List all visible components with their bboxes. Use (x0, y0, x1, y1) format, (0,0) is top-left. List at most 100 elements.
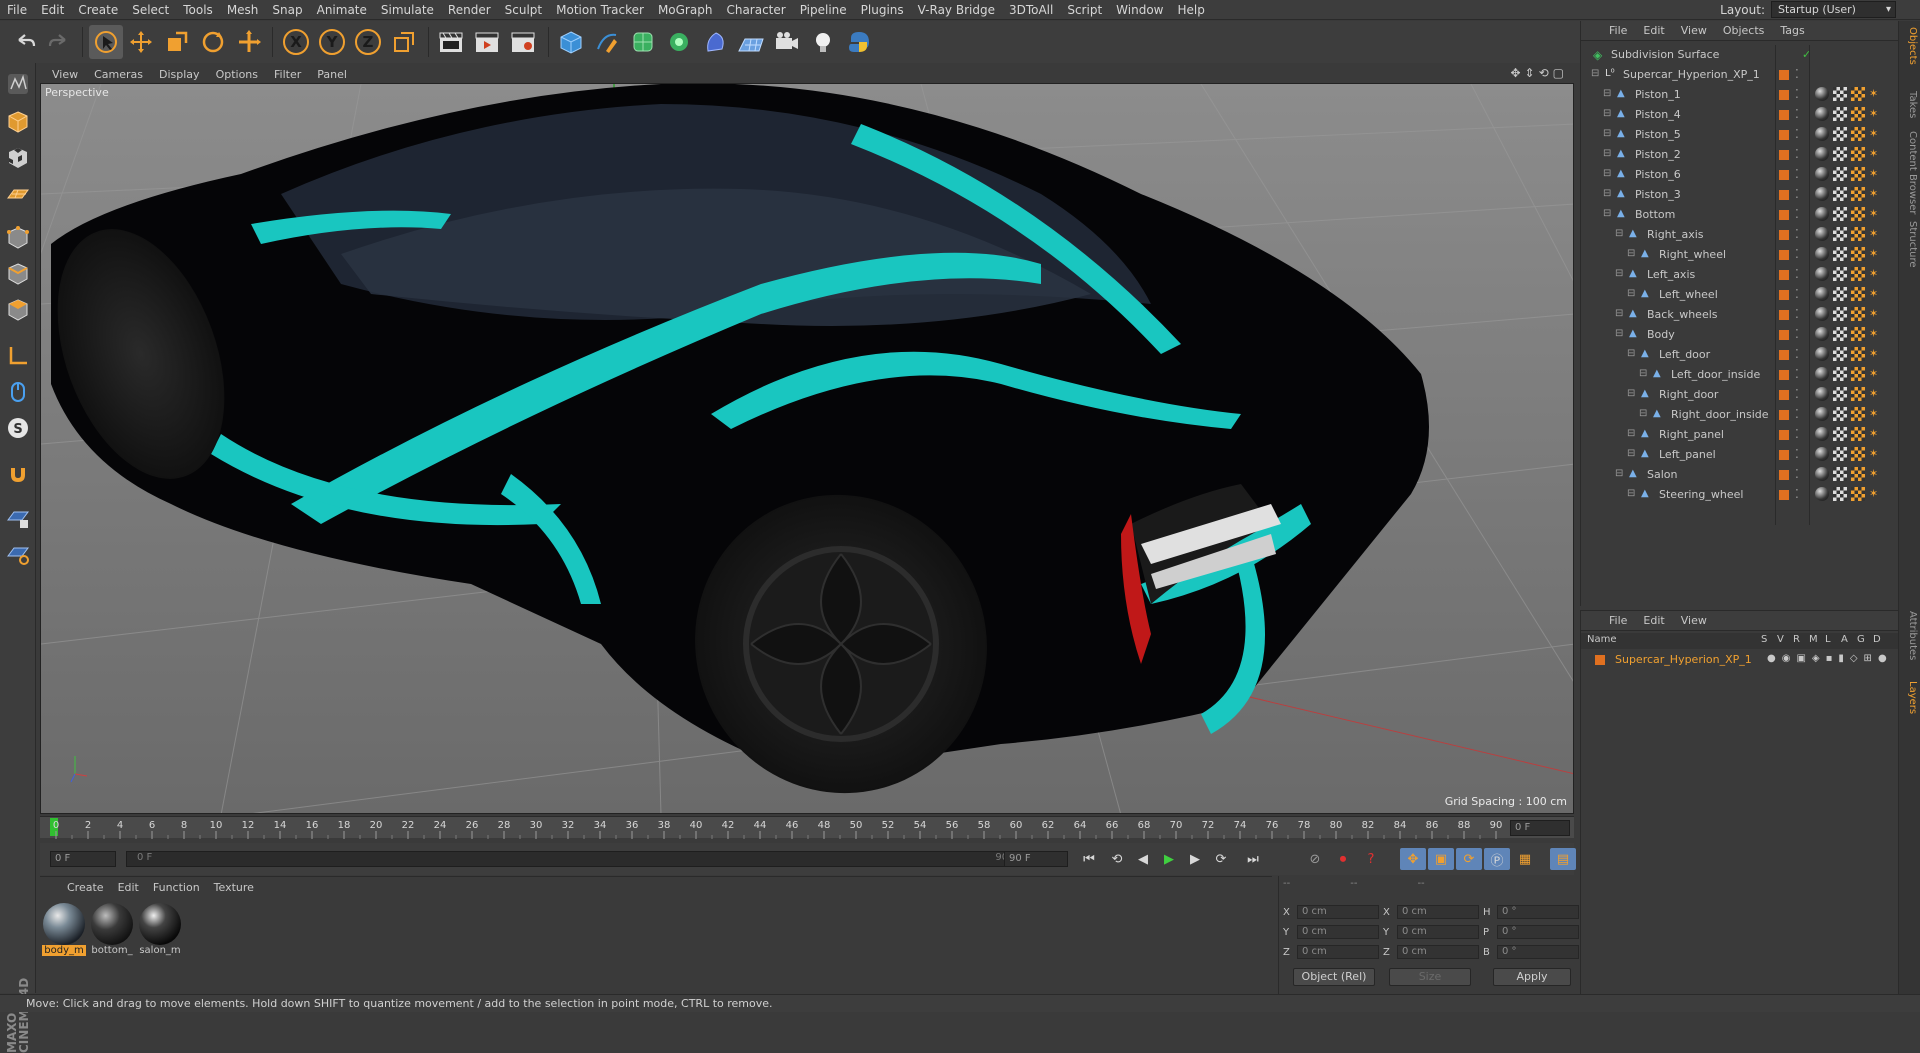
material-menu-function[interactable]: Function (146, 881, 207, 894)
timeline-ruler[interactable]: 0 2 4 6 8 10 12 14 16 18 20 22 24 26 28 30 32 34 36 38 40 42 4… (40, 816, 1574, 839)
phong-tag-icon[interactable]: ✶ (1869, 147, 1878, 161)
previous-frame-button[interactable]: ◀ (1130, 848, 1156, 870)
viewport-3d[interactable]: Perspective Grid Spacing : 100 cm (40, 83, 1574, 814)
material-tag-icon[interactable] (1815, 147, 1829, 161)
layer-color-swatch[interactable] (1779, 430, 1789, 440)
model-mode-button[interactable] (3, 107, 33, 137)
menu-simulate[interactable]: Simulate (374, 3, 441, 17)
side-tab-structure[interactable]: Structure (1902, 221, 1918, 268)
x-axis-lock-button[interactable]: X (279, 25, 313, 59)
spline-pen-button[interactable] (590, 25, 624, 59)
material-tag-icon[interactable] (1815, 107, 1829, 121)
material-tag-icon[interactable] (1815, 367, 1829, 381)
visibility-dots[interactable]: ⁚ (1795, 167, 1799, 181)
visibility-dots[interactable]: ⁚ (1795, 307, 1799, 321)
expand-toggle-icon[interactable]: ⊟ (1627, 428, 1635, 439)
rotation-p-field[interactable]: 0 ° (1497, 925, 1579, 939)
viewport-menu-options[interactable]: Options (208, 68, 266, 81)
menu-plugins[interactable]: Plugins (854, 3, 911, 17)
phong-tag-icon[interactable]: ✶ (1869, 127, 1878, 141)
apply-button[interactable]: Apply (1493, 968, 1571, 986)
material-tag-icon[interactable] (1815, 407, 1829, 421)
material-tag-icon[interactable] (1815, 387, 1829, 401)
end-frame-field[interactable]: 90 F (1004, 851, 1068, 867)
layer-col-locked[interactable]: L (1825, 634, 1831, 645)
viewport-menu-filter[interactable]: Filter (266, 68, 309, 81)
object-name[interactable]: Left_panel (1659, 448, 1716, 461)
object-name[interactable]: Piston_5 (1635, 128, 1681, 141)
orbit-icon[interactable]: ⟲ (1539, 66, 1549, 80)
menu-snap[interactable]: Snap (265, 3, 309, 17)
uvw-tag-icon[interactable] (1833, 407, 1847, 421)
coordinate-system-button[interactable] (387, 25, 421, 59)
uvw-tag-icon[interactable] (1833, 447, 1847, 461)
visibility-dots[interactable]: ⁚ (1795, 87, 1799, 101)
side-tab-takes[interactable]: Takes (1902, 91, 1918, 118)
layer-color-swatch[interactable] (1779, 410, 1789, 420)
selection-tag-icon[interactable] (1851, 407, 1865, 421)
size-mode-select[interactable]: Size (1389, 968, 1471, 986)
light-button[interactable] (806, 25, 840, 59)
rotate-tool-button[interactable] (196, 25, 230, 59)
size-y-field[interactable]: 0 cm (1397, 925, 1479, 939)
object-menu-file[interactable]: File (1601, 24, 1635, 37)
selection-tag-icon[interactable] (1851, 387, 1865, 401)
menu-sculpt[interactable]: Sculpt (498, 3, 549, 17)
layer-color-swatch[interactable] (1779, 210, 1789, 220)
size-x-field[interactable]: 0 cm (1397, 905, 1479, 919)
object-row[interactable]: ◈ Subdivision Surface ✓ (1581, 45, 1899, 65)
y-axis-lock-button[interactable]: Y (315, 25, 349, 59)
timeline-window-button[interactable]: ▤ (1550, 848, 1576, 870)
object-row[interactable]: ⊟ ▲ Left_door ⁚ ✶ (1581, 345, 1899, 365)
expand-toggle-icon[interactable]: ⊟ (1627, 348, 1635, 359)
layer-col-render[interactable]: R (1793, 634, 1800, 645)
object-row[interactable]: ⊟ ▲ Left_wheel ⁚ ✶ (1581, 285, 1899, 305)
snap-button[interactable] (3, 459, 33, 489)
phong-tag-icon[interactable]: ✶ (1869, 87, 1878, 101)
menu-motion-tracker[interactable]: Motion Tracker (549, 3, 651, 17)
uvw-tag-icon[interactable] (1833, 387, 1847, 401)
layer-color-swatch[interactable] (1779, 170, 1789, 180)
layer-color-swatch[interactable] (1779, 310, 1789, 320)
expand-toggle-icon[interactable]: ⊟ (1627, 288, 1635, 299)
object-name[interactable]: Piston_1 (1635, 88, 1681, 101)
viewport-menu-panel[interactable]: Panel (309, 68, 355, 81)
selection-tag-icon[interactable] (1851, 227, 1865, 241)
selection-tag-icon[interactable] (1851, 127, 1865, 141)
deformer-button[interactable] (698, 25, 732, 59)
python-script-button[interactable] (842, 25, 876, 59)
selection-tag-icon[interactable] (1851, 267, 1865, 281)
visibility-dots[interactable]: ⁚ (1795, 447, 1799, 461)
layer-color-swatch[interactable] (1779, 390, 1789, 400)
expand-toggle-icon[interactable]: ⊟ (1603, 128, 1611, 139)
keyframe-selection-button[interactable]: ? (1358, 848, 1384, 870)
uvw-tag-icon[interactable] (1833, 287, 1847, 301)
side-tab-content-browser[interactable]: Content Browser (1902, 131, 1918, 214)
selection-tag-icon[interactable] (1851, 147, 1865, 161)
material-menu-edit[interactable]: Edit (111, 881, 146, 894)
move-tool-button[interactable] (124, 25, 158, 59)
material-tag-icon[interactable] (1815, 347, 1829, 361)
layer-menu-edit[interactable]: Edit (1635, 614, 1672, 627)
visibility-dots[interactable]: ⁚ (1795, 227, 1799, 241)
layout-select[interactable]: Startup (User) (1771, 1, 1896, 18)
layer-color-swatch[interactable] (1779, 90, 1789, 100)
visibility-dots[interactable]: ⁚ (1795, 187, 1799, 201)
layer-col-animation[interactable]: A (1841, 634, 1848, 645)
tweak-mode-button[interactable] (3, 377, 33, 407)
object-name[interactable]: Bottom (1635, 208, 1675, 221)
selection-tag-icon[interactable] (1851, 447, 1865, 461)
material-tag-icon[interactable] (1815, 127, 1829, 141)
layer-color-swatch[interactable] (1779, 290, 1789, 300)
menu-help[interactable]: Help (1170, 3, 1211, 17)
selection-tag-icon[interactable] (1851, 187, 1865, 201)
menu-window[interactable]: Window (1109, 3, 1170, 17)
next-key-button[interactable]: ⟳ (1208, 848, 1234, 870)
layer-color-swatch[interactable] (1779, 350, 1789, 360)
layer-name[interactable]: Supercar_Hyperion_XP_1 (1615, 653, 1752, 666)
object-row[interactable]: ⊟ ▲ Piston_6 ⁚ ✶ (1581, 165, 1899, 185)
menu-edit[interactable]: Edit (34, 3, 71, 17)
uvw-tag-icon[interactable] (1833, 247, 1847, 261)
uvw-tag-icon[interactable] (1833, 427, 1847, 441)
object-name[interactable]: Left_door (1659, 348, 1710, 361)
